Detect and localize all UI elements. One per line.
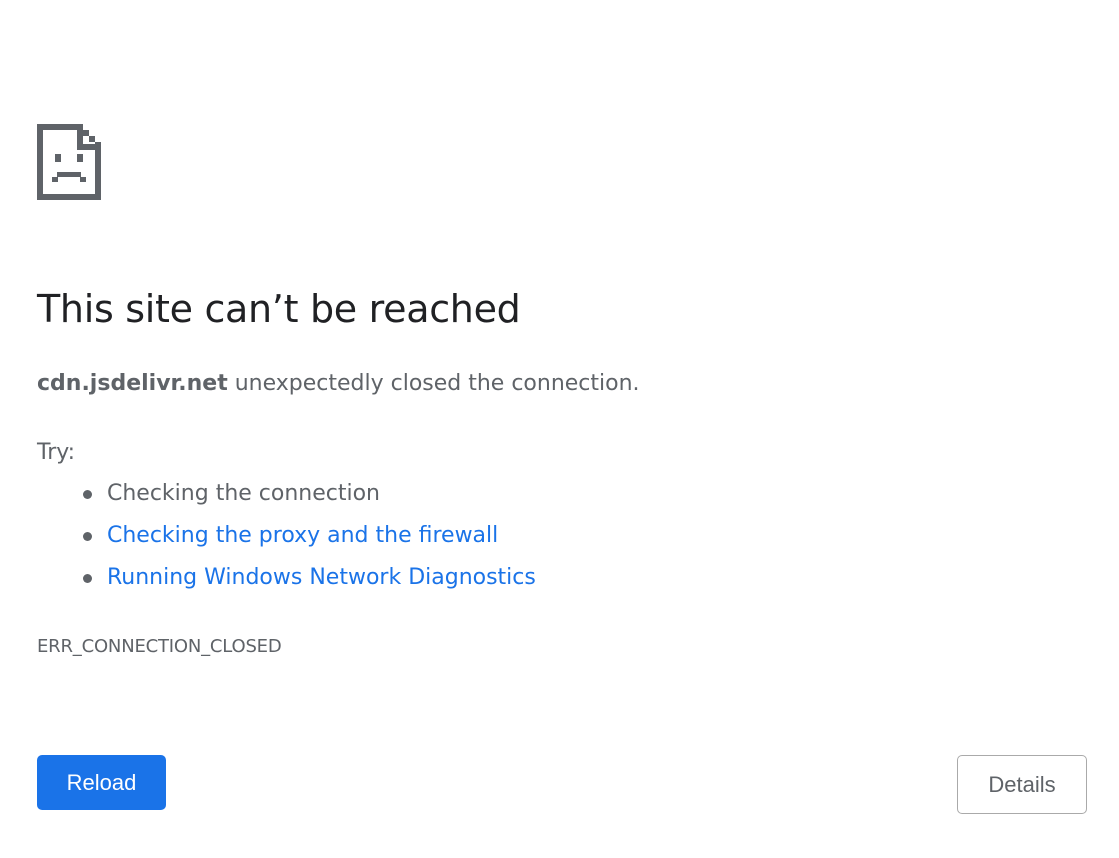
bullet-icon — [83, 574, 92, 583]
reload-button[interactable]: Reload — [37, 755, 166, 810]
page-title: This site can’t be reached — [37, 287, 521, 331]
details-button[interactable]: Details — [957, 755, 1087, 814]
host-name: cdn.jsdelivr.net — [37, 371, 228, 396]
link-network-diagnostics[interactable]: Running Windows Network Diagnostics — [107, 565, 536, 590]
suggestion-check-connection: Checking the connection — [107, 481, 381, 506]
link-check-proxy-firewall[interactable]: Checking the proxy and the firewall — [107, 523, 498, 548]
bullet-icon — [83, 490, 92, 499]
error-summary: cdn.jsdelivr.net unexpectedly closed the… — [37, 368, 640, 400]
bullet-icon — [83, 532, 92, 541]
suggestion-item: Checking the connection — [37, 478, 536, 520]
suggestion-item: Running Windows Network Diagnostics — [37, 562, 536, 604]
try-label: Try: — [37, 440, 76, 465]
error-code: ERR_CONNECTION_CLOSED — [37, 636, 282, 657]
suggestion-item: Checking the proxy and the firewall — [37, 520, 536, 562]
suggestions-list: Checking the connection Checking the pro… — [37, 478, 536, 604]
sad-page-icon — [37, 124, 101, 200]
error-message: unexpectedly closed the connection. — [227, 371, 640, 396]
